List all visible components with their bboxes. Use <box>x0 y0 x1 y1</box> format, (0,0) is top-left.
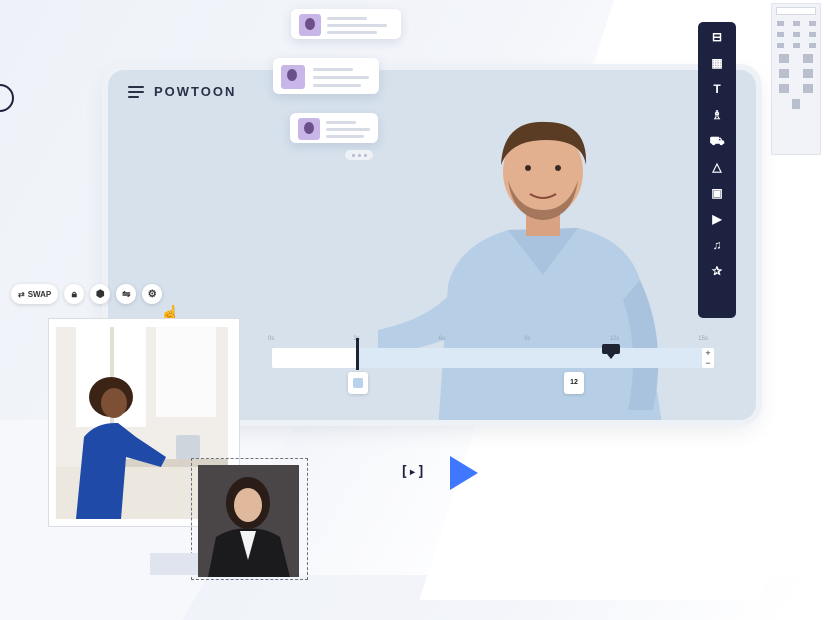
chat-card <box>273 58 379 94</box>
chat-card <box>290 113 378 143</box>
logo-area: POWTOON <box>128 84 236 99</box>
timeline-playhead[interactable] <box>356 338 359 370</box>
avatar <box>281 65 305 89</box>
photo-executive-frame[interactable] <box>191 458 308 580</box>
avatar <box>298 118 320 140</box>
properties-row <box>772 99 820 109</box>
text-line <box>313 68 353 71</box>
text-line <box>326 128 370 131</box>
props-icon[interactable]: ⛟ <box>708 132 726 151</box>
text-line <box>313 76 369 79</box>
timeline-tick: 0s <box>268 336 275 342</box>
properties-row <box>772 43 820 48</box>
media-icon[interactable]: ▣ <box>708 184 726 203</box>
text-line <box>326 135 364 138</box>
text-line <box>313 84 361 87</box>
zoom-out-button[interactable]: − <box>702 358 714 368</box>
code-play-icon: [▸] <box>400 464 426 480</box>
chat-card <box>291 9 401 39</box>
gear-icon[interactable]: ⚙ <box>142 284 163 304</box>
shapes-icon[interactable]: △ <box>708 158 726 177</box>
object-toolbar: ⇄ SWAP 🔒︎ ⬢ ⇋ ⚙ <box>11 284 163 304</box>
timeline-tick: 9s <box>524 336 531 342</box>
text-line <box>327 31 377 34</box>
keyframe-start[interactable] <box>348 372 368 394</box>
timeline-zoom[interactable]: + − <box>702 348 714 368</box>
specials-icon[interactable]: ✰ <box>708 262 726 281</box>
properties-row <box>772 69 820 78</box>
properties-panel[interactable] <box>771 3 821 155</box>
presenter-character[interactable] <box>378 110 708 420</box>
flip-icon[interactable]: ⇋ <box>116 284 137 304</box>
swap-icon: ⇄ <box>18 289 25 299</box>
timeline-end-marker[interactable] <box>602 344 620 359</box>
play-button[interactable] <box>450 456 478 490</box>
swap-label: SWAP <box>27 289 52 299</box>
brand-logo: POWTOON <box>154 84 237 99</box>
text-line <box>327 24 387 27</box>
timeline-tick: 6s <box>438 336 446 342</box>
timeline-ticks: 0s 3s 6s 9s 12s 15s <box>268 336 708 342</box>
texture-icon[interactable]: ▦ <box>708 54 726 73</box>
menu-icon[interactable] <box>128 85 144 98</box>
properties-dropdown[interactable] <box>776 7 816 15</box>
properties-row <box>772 21 820 26</box>
text-line <box>326 121 356 124</box>
element-toolbar: ⊟ ▦ T ♗ ⛟ △ ▣ ▶ ♫ ✰ <box>698 22 736 318</box>
video-icon[interactable]: ▶ <box>708 210 726 229</box>
layout-icon[interactable]: ⊟ <box>708 28 726 47</box>
music-icon[interactable]: ♫ <box>708 236 726 255</box>
characters-icon[interactable]: ♗ <box>708 106 726 125</box>
zoom-in-button[interactable]: + <box>702 348 714 358</box>
typing-indicator <box>345 150 373 160</box>
properties-row <box>772 32 820 37</box>
text-icon[interactable]: T <box>708 80 726 99</box>
timeline-tick: 15s <box>698 336 708 342</box>
properties-row <box>772 54 820 63</box>
photo-executive-image <box>198 465 299 577</box>
properties-row <box>772 84 820 93</box>
timeline-selection[interactable] <box>358 348 702 368</box>
timeline-tick: 12s <box>609 336 620 342</box>
decorative-circle <box>0 84 14 112</box>
cube-icon[interactable]: ⬢ <box>90 284 111 304</box>
swap-button[interactable]: ⇄ SWAP <box>11 284 59 304</box>
lock-icon[interactable]: 🔒︎ <box>64 284 85 304</box>
background-block <box>150 553 198 575</box>
avatar <box>299 14 321 36</box>
text-line <box>327 17 367 20</box>
keyframe-end[interactable]: 12 <box>564 372 584 394</box>
